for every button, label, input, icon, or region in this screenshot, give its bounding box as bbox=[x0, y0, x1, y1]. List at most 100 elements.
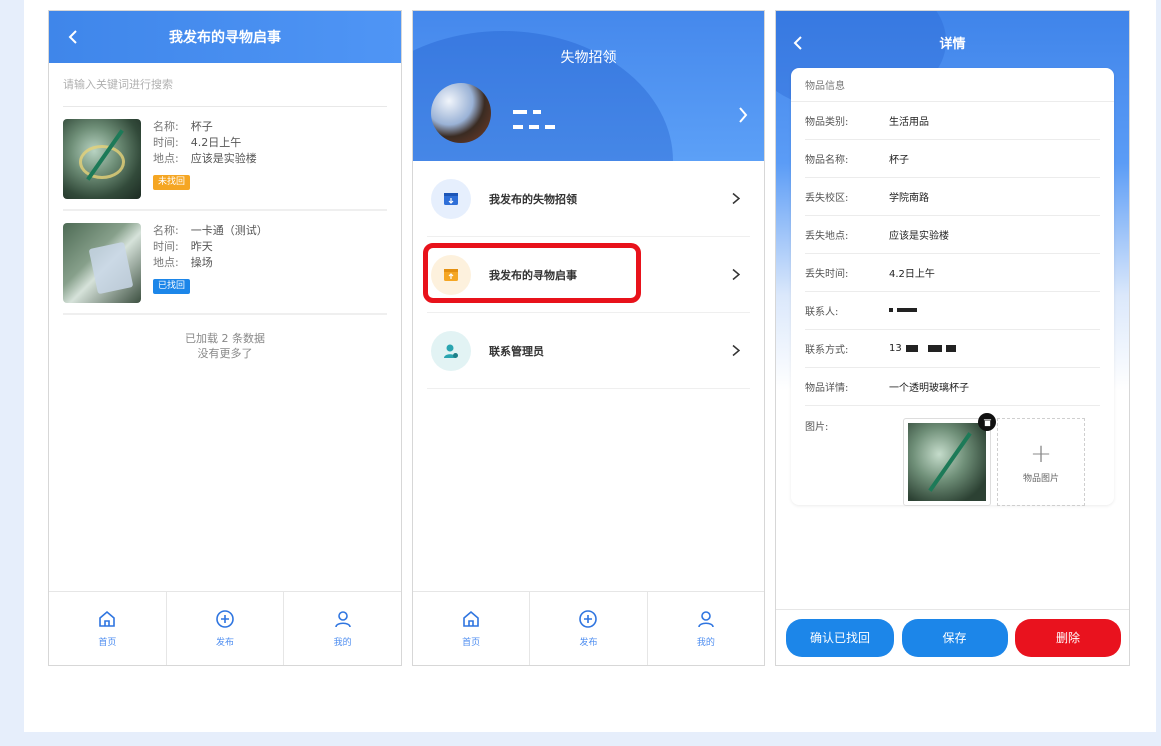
time-row: 时间: 昨天 bbox=[153, 239, 268, 255]
profile-arrow-button[interactable] bbox=[738, 107, 748, 127]
field-label: 丢失时间: bbox=[805, 269, 849, 280]
field-row: 物品详情: 一个透明玻璃杯子 bbox=[805, 368, 1100, 406]
add-photo-button[interactable]: + 物品图片 bbox=[997, 418, 1085, 506]
tab-publish[interactable]: 发布 bbox=[167, 592, 285, 665]
avatar[interactable] bbox=[431, 83, 491, 143]
delete-photo-button[interactable] bbox=[978, 413, 996, 431]
header: 我发布的寻物启事 bbox=[49, 11, 401, 63]
mask-block bbox=[545, 125, 555, 129]
time-row: 时间: 4.2日上午 bbox=[153, 135, 257, 151]
menu-item-contact-admin[interactable]: 联系管理员 bbox=[427, 313, 750, 389]
field-label: 联系方式: bbox=[805, 345, 849, 356]
place-value: 操场 bbox=[190, 256, 213, 269]
mask-block bbox=[529, 125, 539, 129]
item-info: 名称: 杯子 时间: 4.2日上午 地点: 应该是实验楼 未找回 bbox=[153, 119, 257, 199]
tab-publish[interactable]: 发布 bbox=[530, 592, 648, 665]
page-title: 详情 bbox=[939, 37, 966, 52]
field-row: 物品类别: 生活用品 bbox=[805, 102, 1100, 140]
photo-detail bbox=[928, 432, 972, 492]
action-bar: 确认已找回 保存 删除 bbox=[776, 609, 1129, 665]
user-icon bbox=[698, 611, 714, 628]
menu-item-my-lost-posts[interactable]: 我发布的寻物启事 bbox=[427, 237, 750, 313]
time-value: 昨天 bbox=[190, 240, 213, 253]
field-label: 图片: bbox=[805, 422, 829, 433]
plus-circle-icon bbox=[216, 610, 234, 628]
menu-item-my-found-posts[interactable]: 我发布的失物招领 bbox=[427, 161, 750, 237]
field-label: 丢失校区: bbox=[805, 193, 849, 204]
field-row: 丢失时间: 4.2日上午 bbox=[805, 254, 1100, 292]
phone-prefix: 13 bbox=[889, 343, 902, 354]
field-row: 联系方式: 13 bbox=[805, 330, 1100, 368]
mask-block bbox=[927, 344, 942, 352]
name-value: 一卡通（测试） bbox=[190, 224, 268, 237]
field-value[interactable]: 杯子 bbox=[889, 151, 909, 166]
tab-home[interactable]: 首页 bbox=[413, 592, 531, 665]
item-photo[interactable] bbox=[903, 413, 996, 506]
mask-block bbox=[513, 110, 527, 114]
place-row: 地点: 操场 bbox=[153, 255, 268, 271]
tab-mine[interactable]: 我的 bbox=[284, 592, 401, 665]
search-input[interactable] bbox=[63, 78, 387, 91]
name-label: 名称: bbox=[153, 120, 179, 133]
field-value[interactable]: 4.2日上午 bbox=[889, 265, 935, 280]
mask-block bbox=[945, 344, 956, 352]
field-value[interactable]: 一个透明玻璃杯子 bbox=[889, 379, 969, 394]
place-row: 地点: 应该是实验楼 bbox=[153, 151, 257, 167]
save-button[interactable]: 保存 bbox=[901, 618, 1008, 657]
field-label: 物品详情: bbox=[805, 383, 849, 394]
status-badge: 已找回 bbox=[153, 279, 191, 294]
mask-block bbox=[905, 344, 918, 352]
status-badge: 未找回 bbox=[153, 175, 191, 190]
tab-label: 首页 bbox=[98, 638, 117, 648]
profile-header: 失物招领 bbox=[413, 11, 764, 161]
inbox-icon bbox=[431, 178, 471, 219]
list-item[interactable]: 名称: 杯子 时间: 4.2日上午 地点: 应该是实验楼 未找回 bbox=[63, 107, 387, 211]
place-value: 应该是实验楼 bbox=[190, 152, 257, 165]
chevron-right-icon bbox=[732, 265, 741, 284]
place-label: 地点: bbox=[153, 256, 179, 269]
name-label: 名称: bbox=[153, 224, 179, 237]
confirm-found-button[interactable]: 确认已找回 bbox=[786, 618, 894, 657]
name-value: 杯子 bbox=[190, 120, 213, 133]
mask-block bbox=[889, 308, 893, 312]
field-value[interactable]: 学院南路 bbox=[889, 189, 929, 204]
time-label: 时间: bbox=[153, 240, 179, 253]
field-row: 物品名称: 杯子 bbox=[805, 140, 1100, 178]
back-button[interactable] bbox=[63, 27, 83, 47]
field-row: 丢失校区: 学院南路 bbox=[805, 178, 1100, 216]
field-row: 联系人: bbox=[805, 292, 1100, 330]
field-label: 物品名称: bbox=[805, 155, 849, 166]
tab-home[interactable]: 首页 bbox=[49, 592, 167, 665]
tab-label: 我的 bbox=[333, 638, 352, 648]
tab-bar: 首页 发布 我的 bbox=[49, 591, 401, 665]
no-more-text: 没有更多了 bbox=[197, 347, 253, 360]
loaded-count-text: 已加载 2 条数据 bbox=[185, 332, 265, 345]
field-label: 物品类别: bbox=[805, 117, 849, 128]
place-label: 地点: bbox=[153, 152, 179, 165]
tab-label: 发布 bbox=[216, 638, 235, 648]
mask-block bbox=[513, 125, 523, 129]
field-value[interactable]: 应该是实验楼 bbox=[889, 227, 949, 242]
tab-mine[interactable]: 我的 bbox=[648, 592, 764, 665]
menu-label: 我发布的失物招领 bbox=[489, 192, 577, 206]
tab-label: 发布 bbox=[579, 638, 598, 648]
list-item[interactable]: 名称: 一卡通（测试） 时间: 昨天 地点: 操场 已找回 bbox=[63, 211, 387, 315]
contact-name-masked[interactable] bbox=[889, 305, 917, 316]
chevron-right-icon bbox=[732, 189, 741, 208]
plus-circle-icon bbox=[579, 610, 598, 628]
mask-block bbox=[897, 308, 917, 312]
home-icon bbox=[99, 610, 116, 627]
mask-block bbox=[533, 110, 541, 114]
field-label: 联系人: bbox=[805, 307, 839, 318]
chevron-right-icon bbox=[739, 107, 748, 123]
page-title: 失物招领 bbox=[560, 50, 617, 66]
field-row: 丢失地点: 应该是实验楼 bbox=[805, 216, 1100, 254]
plus-icon: + bbox=[1030, 438, 1052, 469]
field-value[interactable]: 生活用品 bbox=[889, 113, 929, 128]
load-status: 已加载 2 条数据 没有更多了 bbox=[49, 331, 401, 361]
image-row: 图片: + 物品图片 bbox=[805, 406, 1100, 506]
photo-detail bbox=[88, 241, 134, 295]
search-bar bbox=[63, 63, 387, 107]
delete-button[interactable]: 删除 bbox=[1015, 618, 1121, 657]
contact-phone-masked[interactable]: 13 bbox=[889, 343, 956, 354]
